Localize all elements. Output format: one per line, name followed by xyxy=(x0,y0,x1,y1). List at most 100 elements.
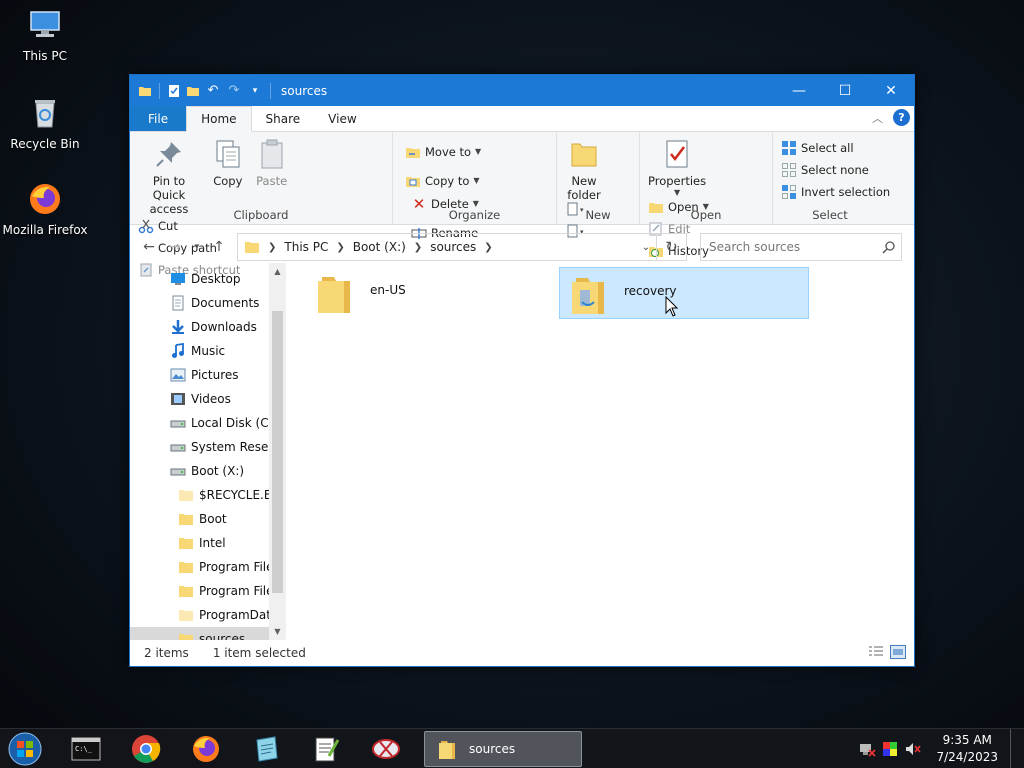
minimize-button[interactable]: — xyxy=(776,75,822,106)
folder-icon xyxy=(179,514,193,525)
nav-item-documents[interactable]: Documents xyxy=(130,291,286,315)
nav-item-program-files[interactable]: Program Files xyxy=(130,579,286,603)
refresh-button[interactable]: ↻ xyxy=(657,233,687,261)
maximize-button[interactable]: ☐ xyxy=(822,75,868,106)
search-box[interactable] xyxy=(700,233,902,261)
new-folder-button[interactable]: New folder xyxy=(561,138,607,202)
clock[interactable]: 9:35 AM 7/24/2023 xyxy=(936,732,998,766)
details-view-icon[interactable] xyxy=(868,645,884,659)
move-to-button[interactable]: Move to ▼ xyxy=(405,142,481,161)
recent-locations-button[interactable]: ▾ xyxy=(190,236,204,258)
new-folder-icon[interactable] xyxy=(186,84,200,98)
nav-item-program-files[interactable]: Program Files xyxy=(130,555,286,579)
large-icons-view-icon[interactable] xyxy=(890,645,906,659)
desktop-icon-firefox[interactable]: Mozilla Firefox xyxy=(0,182,90,237)
taskbar-task-label: sources xyxy=(469,742,516,756)
address-bar[interactable]: ❯ This PC ❯ Boot (X:) ❯ sources ❯ ⌄ xyxy=(237,233,657,261)
title-bar[interactable]: ↶ ↷ ▾ sources — ☐ ✕ xyxy=(130,75,914,106)
select-none-button[interactable]: Select none xyxy=(781,160,890,179)
chevron-up-icon[interactable]: ︿ xyxy=(872,110,883,126)
clock-time: 9:35 AM xyxy=(942,733,992,747)
start-button[interactable] xyxy=(0,729,50,768)
taskbar-notepad-plus[interactable] xyxy=(296,729,356,768)
back-button[interactable]: ← xyxy=(138,236,160,258)
close-button[interactable]: ✕ xyxy=(868,75,914,106)
drive-icon xyxy=(170,420,186,428)
nav-item-recycle-bin[interactable]: $RECYCLE.BIN xyxy=(130,483,286,507)
tab-view[interactable]: View xyxy=(314,106,370,131)
redo-icon[interactable]: ↷ xyxy=(226,83,242,99)
tab-file[interactable]: File xyxy=(130,106,187,131)
forward-button[interactable]: → xyxy=(164,236,186,258)
firefox-icon xyxy=(193,735,219,762)
taskbar-app-4[interactable] xyxy=(236,729,296,768)
chevron-right-icon[interactable]: ❯ xyxy=(268,242,276,253)
tab-share[interactable]: Share xyxy=(252,106,315,131)
chevron-right-icon[interactable]: ❯ xyxy=(336,242,344,253)
taskbar-snipping[interactable] xyxy=(356,729,416,768)
invert-selection-button[interactable]: Invert selection xyxy=(781,182,890,201)
drive-icon xyxy=(170,468,186,476)
scrollbar-thumb[interactable] xyxy=(272,311,283,593)
volume-muted-icon[interactable] xyxy=(904,741,922,757)
documents-icon xyxy=(172,295,184,311)
open-group: Properties ▼ Open ▼ Edit History Open xyxy=(640,132,773,258)
desktop-icon-this-pc[interactable]: This PC xyxy=(0,8,90,63)
nav-item-videos[interactable]: Videos xyxy=(130,387,286,411)
paste-button[interactable]: Paste xyxy=(252,138,292,188)
breadcrumb-sources[interactable]: sources xyxy=(430,240,476,254)
taskbar-task-sources[interactable]: sources xyxy=(424,731,582,767)
tab-home[interactable]: Home xyxy=(186,106,252,132)
invert-selection-icon xyxy=(782,184,796,199)
nav-item-local-disk-c[interactable]: Local Disk (C:) xyxy=(130,411,286,435)
select-all-icon xyxy=(782,140,796,155)
copy-to-button[interactable]: Copy to ▼ xyxy=(405,171,481,190)
nav-item-desktop[interactable]: Desktop xyxy=(130,267,286,291)
nav-scrollbar[interactable]: ▲ ▼ xyxy=(269,263,286,640)
show-desktop-button[interactable] xyxy=(1010,729,1016,768)
nav-item-label: Documents xyxy=(191,296,260,310)
scroll-down-icon[interactable]: ▼ xyxy=(269,623,286,640)
up-button[interactable]: ↑ xyxy=(208,236,230,258)
chevron-down-icon[interactable]: ⌄ xyxy=(636,242,656,253)
nav-item-boot[interactable]: Boot xyxy=(130,507,286,531)
undo-icon[interactable]: ↶ xyxy=(205,83,221,99)
select-all-button[interactable]: Select all xyxy=(781,138,890,157)
clipboard-group: Pin to Quick access Copy Paste Cut Copy … xyxy=(130,132,393,277)
desktop-icon-label: Recycle Bin xyxy=(10,137,80,151)
folder-icon xyxy=(179,538,193,549)
search-icon[interactable] xyxy=(877,240,901,254)
breadcrumb-boot[interactable]: Boot (X:) xyxy=(353,240,406,254)
color-app-icon[interactable] xyxy=(882,741,898,757)
nav-item-sources[interactable]: sources xyxy=(130,627,286,640)
folder-icon xyxy=(439,741,455,759)
customize-qat-icon[interactable]: ▾ xyxy=(247,83,263,99)
properties-icon[interactable] xyxy=(167,84,181,98)
file-item-recovery[interactable]: recovery xyxy=(559,267,809,319)
nav-item-intel[interactable]: Intel xyxy=(130,531,286,555)
nav-item-system-reserve[interactable]: System Reserve xyxy=(130,435,286,459)
nav-item-downloads[interactable]: Downloads xyxy=(130,315,286,339)
network-disconnected-icon[interactable] xyxy=(858,741,877,757)
scroll-up-icon[interactable]: ▲ xyxy=(269,263,286,280)
nav-item-music[interactable]: Music xyxy=(130,339,286,363)
nav-item-label: Pictures xyxy=(191,368,239,382)
breadcrumb-this-pc[interactable]: This PC xyxy=(284,240,328,254)
taskbar-cmd[interactable]: C:\_ xyxy=(56,729,116,768)
nav-item-label: Intel xyxy=(199,536,226,550)
chevron-right-icon[interactable]: ❯ xyxy=(484,242,492,253)
pin-to-quick-access-button[interactable]: Pin to Quick access xyxy=(134,138,204,216)
nav-item-boot-x[interactable]: Boot (X:) xyxy=(130,459,286,483)
properties-button[interactable]: Properties ▼ xyxy=(644,138,710,197)
copy-button[interactable]: Copy xyxy=(208,138,248,188)
nav-item-pictures[interactable]: Pictures xyxy=(130,363,286,387)
taskbar-chrome[interactable] xyxy=(116,729,176,768)
file-item-en-us[interactable]: en-US xyxy=(306,267,556,319)
move-to-icon xyxy=(406,147,420,158)
help-icon[interactable]: ? xyxy=(893,109,910,126)
desktop-icon-recycle-bin[interactable]: Recycle Bin xyxy=(0,96,90,151)
chevron-right-icon[interactable]: ❯ xyxy=(414,242,422,253)
taskbar-firefox[interactable] xyxy=(176,729,236,768)
nav-item-programdata[interactable]: ProgramData xyxy=(130,603,286,627)
search-input[interactable] xyxy=(709,240,877,254)
